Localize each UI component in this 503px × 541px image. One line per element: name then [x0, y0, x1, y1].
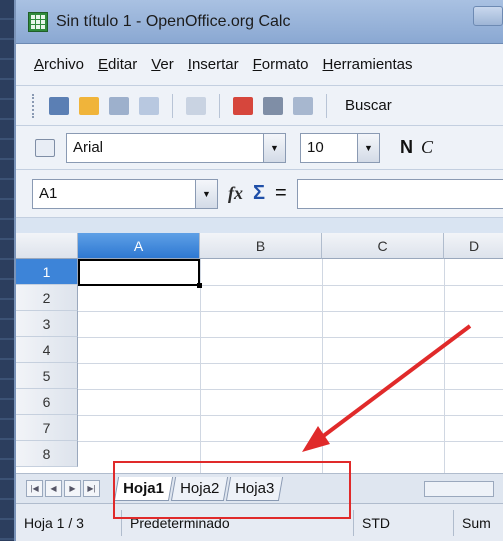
title-bar[interactable]: Sin título 1 - OpenOffice.org Calc: [16, 0, 503, 44]
bold-button[interactable]: N: [400, 137, 413, 158]
magnifier-page-icon: [293, 96, 313, 115]
formula-input[interactable]: [296, 178, 503, 209]
print-preview-button[interactable]: [290, 93, 316, 119]
sum-display: Sum: [462, 514, 491, 531]
sum-button[interactable]: Σ: [253, 182, 265, 205]
formatting-toolbar: Arial ▼ 10 ▼ N C: [16, 126, 503, 170]
toolbar-separator: [326, 93, 327, 118]
row-header-2[interactable]: 2: [16, 285, 78, 311]
open-folder-icon: [79, 96, 99, 115]
first-sheet-button[interactable]: |◀: [26, 480, 43, 497]
row-header-1[interactable]: 1: [16, 259, 78, 285]
menu-editar-mnemonic: E: [98, 56, 109, 73]
formula-bar: A1 ▼ fx Σ =: [16, 170, 503, 218]
edit-file-icon: [186, 96, 206, 115]
toolbar-separator: [219, 93, 220, 118]
font-name-value: Arial: [73, 139, 104, 156]
toolbar-separator: [172, 93, 173, 118]
sheet-position: Hoja 1 / 3: [16, 509, 122, 536]
menu-insertar-label: nsertar: [191, 56, 239, 73]
next-sheet-button[interactable]: ▶: [64, 480, 81, 497]
menu-archivo[interactable]: Archivo: [34, 56, 84, 73]
toolbar-grip[interactable]: [32, 93, 36, 118]
font-size-value: 10: [307, 139, 324, 156]
printer-icon: [263, 96, 283, 115]
calc-window: Sin título 1 - OpenOffice.org Calc Archi…: [14, 0, 503, 541]
function-button[interactable]: =: [275, 182, 287, 205]
menu-editar[interactable]: Editar: [98, 56, 137, 73]
name-box-value: A1: [39, 185, 58, 202]
print-button[interactable]: [260, 93, 286, 119]
grid-line: [78, 363, 503, 364]
row-header-4[interactable]: 4: [16, 337, 78, 363]
save-icon: [109, 96, 129, 115]
export-pdf-button[interactable]: [230, 93, 256, 119]
standard-toolbar: Buscar: [16, 86, 503, 126]
new-document-icon: [49, 96, 69, 115]
menu-herramientas[interactable]: Herramientas: [322, 56, 412, 73]
column-header-d[interactable]: D: [444, 233, 503, 259]
italic-button[interactable]: C: [421, 137, 433, 158]
grid-line: [78, 311, 503, 312]
grid-line: [78, 337, 503, 338]
menu-insertar[interactable]: Insertar: [188, 56, 239, 73]
email-icon: [139, 96, 159, 115]
menu-archivo-label: rchivo: [44, 56, 85, 73]
font-name-combo[interactable]: Arial ▼: [66, 132, 286, 163]
grid-line: [78, 441, 503, 442]
search-label[interactable]: Buscar: [345, 97, 392, 114]
name-box[interactable]: A1 ▼: [32, 178, 218, 209]
row-header-5[interactable]: 5: [16, 363, 78, 389]
open-button[interactable]: [76, 93, 102, 119]
function-wizard-button[interactable]: fx: [228, 183, 243, 204]
column-header-b[interactable]: B: [200, 233, 322, 259]
styles-button[interactable]: [32, 135, 58, 161]
edit-file-button[interactable]: [183, 93, 209, 119]
menu-formato-mnemonic: F: [252, 56, 262, 73]
font-size-combo[interactable]: 10 ▼: [300, 132, 380, 163]
horizontal-scrollbar[interactable]: [424, 481, 494, 497]
annotation-highlight-box: [113, 461, 351, 519]
chevron-down-icon[interactable]: ▼: [357, 133, 379, 162]
chevron-down-icon[interactable]: ▼: [195, 179, 217, 208]
row-header-8[interactable]: 8: [16, 441, 78, 467]
window-title: Sin título 1 - OpenOffice.org Calc: [56, 12, 291, 30]
previous-sheet-button[interactable]: ◀: [45, 480, 62, 497]
calc-app-icon: [28, 11, 48, 32]
menu-formato[interactable]: Formato: [253, 56, 309, 73]
save-button[interactable]: [106, 93, 132, 119]
new-document-button[interactable]: [46, 93, 72, 119]
last-sheet-button[interactable]: ▶|: [83, 480, 100, 497]
styles-icon: [35, 138, 55, 157]
menu-bar: Archivo Editar Ver Insertar Formato Herr…: [16, 44, 503, 86]
row-header-6[interactable]: 6: [16, 389, 78, 415]
menu-herramientas-mnemonic: H: [322, 56, 334, 73]
menu-archivo-mnemonic: A: [34, 56, 45, 73]
grid-line: [78, 389, 503, 390]
menu-herramientas-label: erramientas: [333, 56, 413, 73]
pdf-icon: [233, 96, 253, 115]
spreadsheet-grid[interactable]: A B C D 1 2 3 4 5 6 7 8: [16, 233, 503, 473]
column-header-a[interactable]: A: [78, 233, 200, 259]
minimize-button[interactable]: [473, 6, 503, 26]
menu-ver-label: er: [160, 56, 174, 73]
background-desktop: [0, 0, 14, 541]
selection-mode[interactable]: STD: [354, 509, 454, 536]
row-header-3[interactable]: 3: [16, 311, 78, 337]
email-button[interactable]: [136, 93, 162, 119]
column-header-c[interactable]: C: [322, 233, 444, 259]
chevron-down-icon[interactable]: ▼: [263, 133, 285, 162]
menu-ver[interactable]: Ver: [151, 56, 174, 73]
select-all-corner[interactable]: [16, 233, 78, 259]
menu-editar-label: ditar: [108, 56, 138, 73]
menu-formato-label: ormato: [261, 56, 309, 73]
row-header-7[interactable]: 7: [16, 415, 78, 441]
grid-line: [78, 415, 503, 416]
active-cell-cursor[interactable]: [78, 259, 202, 288]
